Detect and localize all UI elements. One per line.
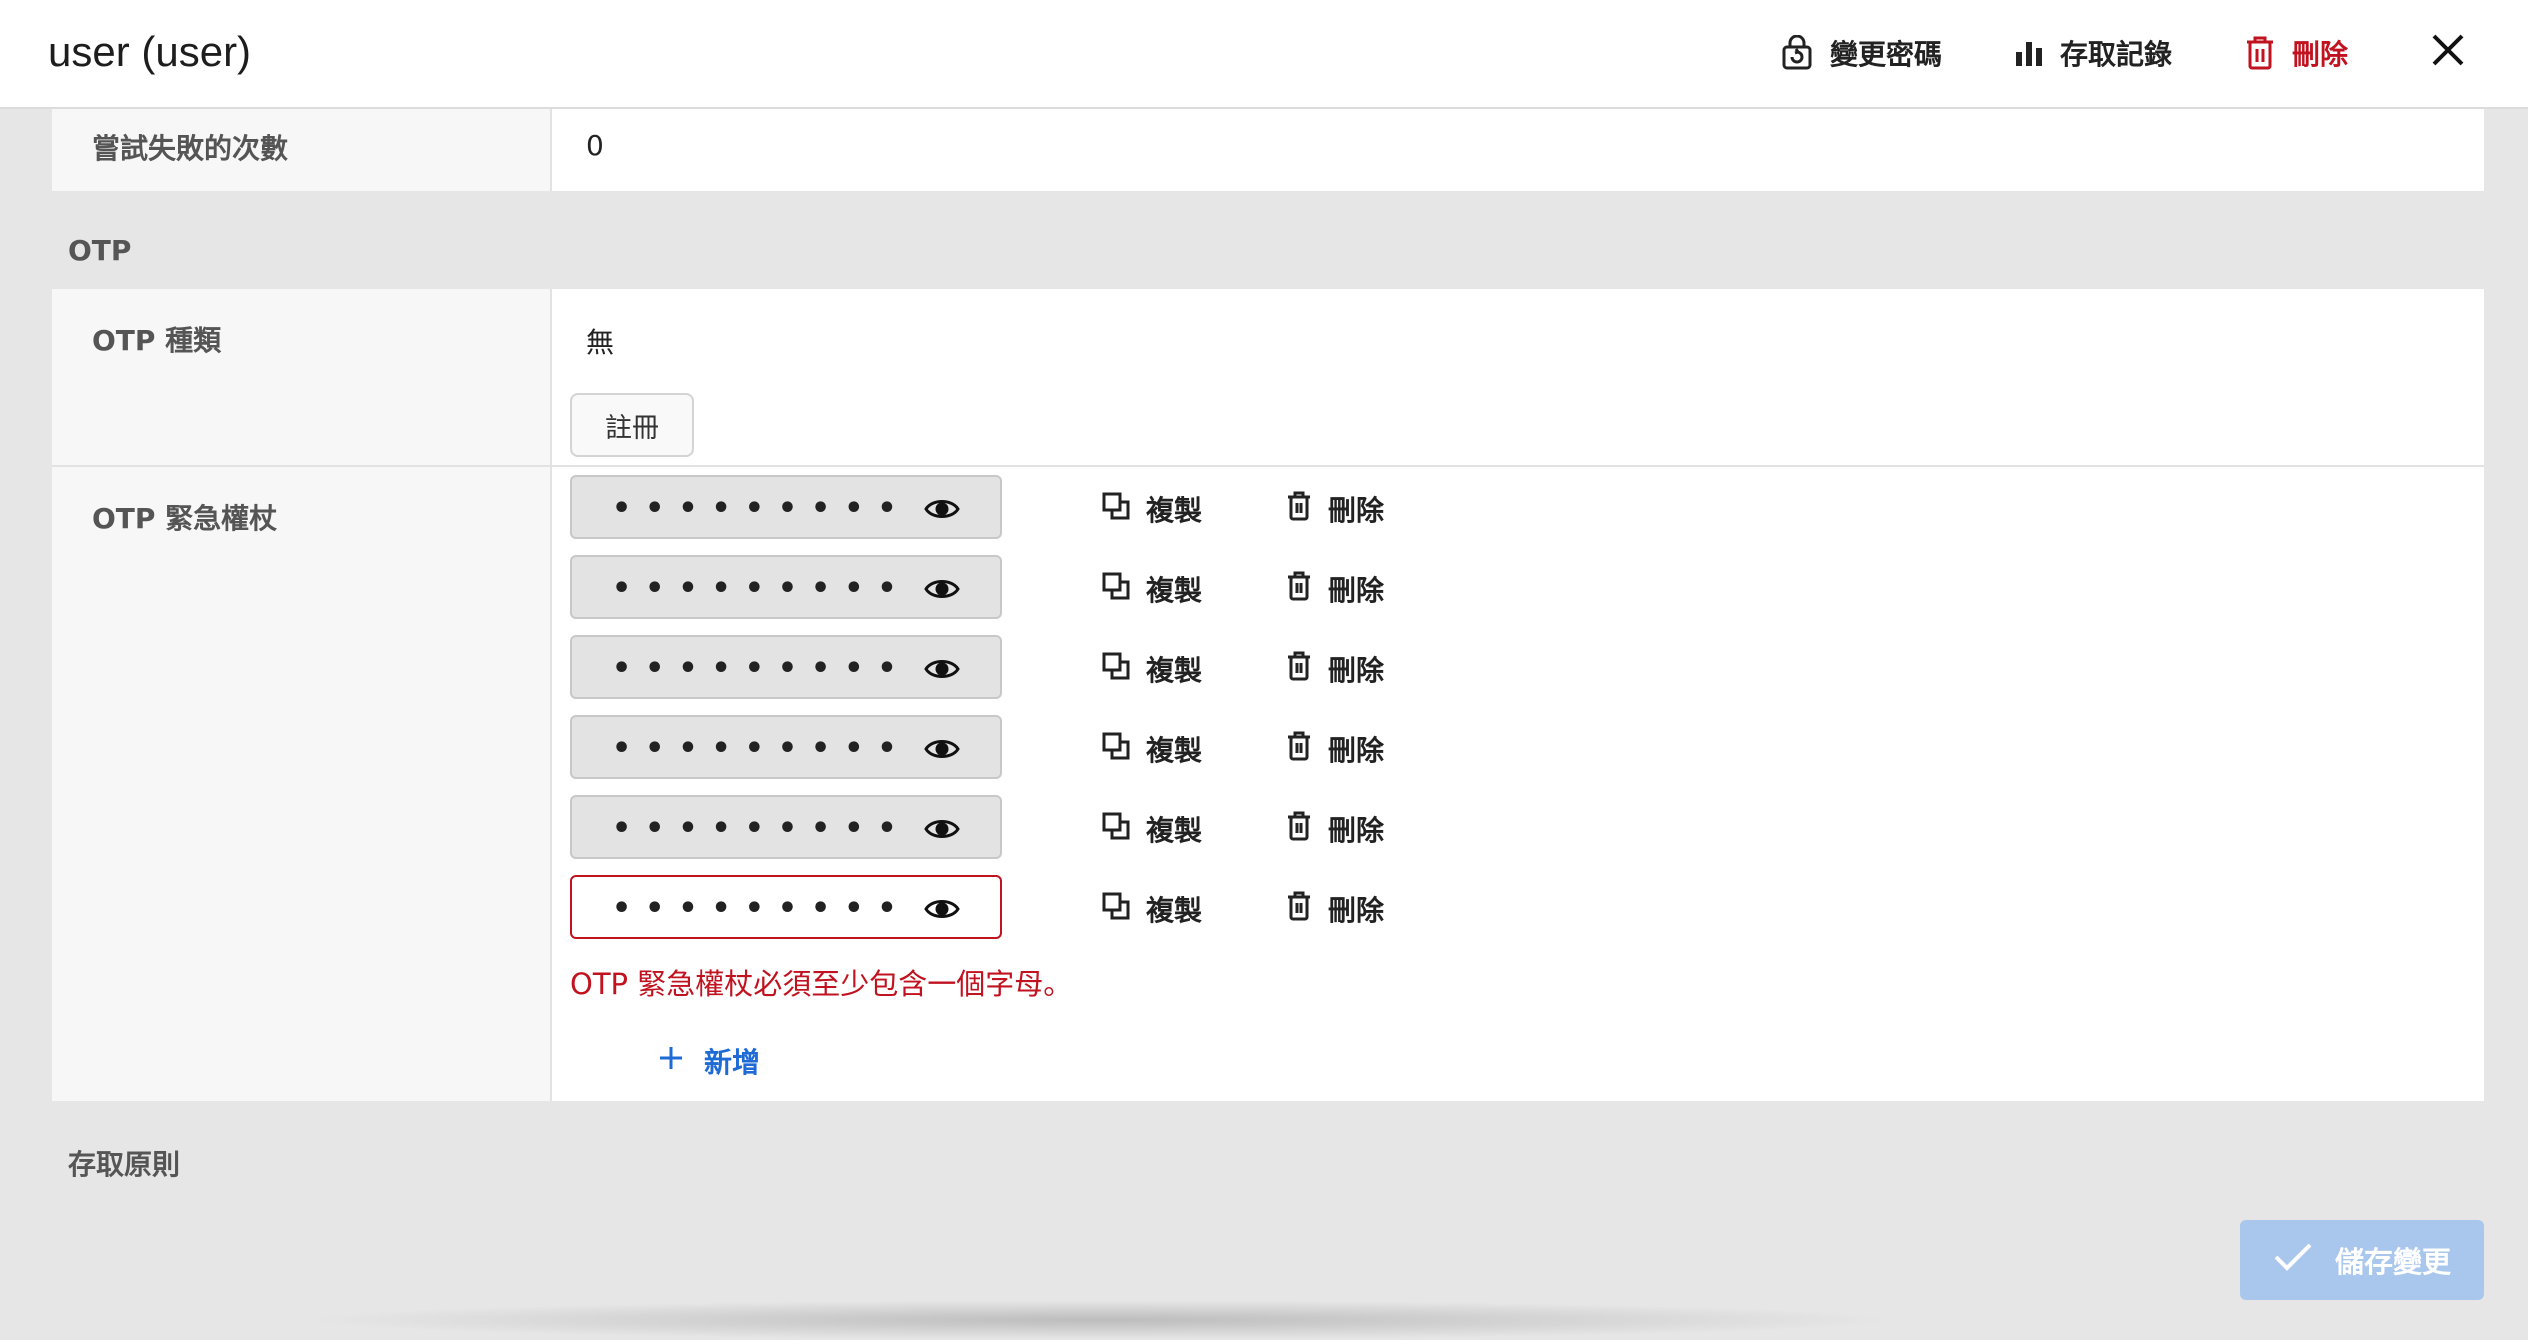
delete-token-button[interactable]: 刪除 [1286,649,1384,689]
delete-label: 刪除 [1328,574,1385,607]
delete-token-button[interactable]: 刪除 [1286,489,1384,529]
copy-token-button[interactable]: 複製 [1102,489,1202,529]
access-policy-title: 存取原則 [68,1148,181,1181]
register-otp-button[interactable]: 註冊 [570,393,694,457]
dialog-content: 嘗試失敗的次數 0 OTP OTP 種類 無 註冊 OTP 緊急權杖 •••••… [0,109,2528,1320]
otp-emergency-row: OTP 緊急權杖 ••••••••• 複製 刪除 ••••••••• 複製 刪除… [52,467,2484,1101]
copy-label: 複製 [1146,814,1203,847]
copy-icon [1102,812,1130,847]
token-input[interactable]: ••••••••• [570,715,1002,779]
eye-icon[interactable] [924,655,960,683]
token-masked-value: ••••••••• [612,731,911,766]
check-icon [2273,1241,2313,1280]
delete-token-button[interactable]: 刪除 [1286,729,1384,769]
trash-icon [1286,571,1312,608]
failed-attempts-label: 嘗試失敗的次數 [92,132,289,165]
token-row: ••••••••• 複製 刪除 [570,475,1470,539]
copy-token-button[interactable]: 複製 [1102,729,1202,769]
lock-icon [1780,35,1814,71]
trash-icon [1286,651,1312,688]
eye-icon[interactable] [924,495,960,523]
add-token-label: 新增 [704,1046,761,1079]
copy-icon [1102,892,1130,927]
token-error-message: OTP 緊急權杖必須至少包含一個字母。 [570,967,1073,1001]
token-masked-value: ••••••••• [612,571,911,606]
copy-icon [1102,572,1130,607]
token-row: ••••••••• 複製 刪除 [570,875,1470,939]
token-masked-value: ••••••••• [612,651,911,686]
delete-label: 刪除 [1328,494,1385,527]
trash-icon [1286,811,1312,848]
copy-icon [1102,492,1130,527]
token-masked-value: ••••••••• [612,491,911,526]
token-row: ••••••••• 複製 刪除 [570,635,1470,699]
copy-token-button[interactable]: 複製 [1102,889,1202,929]
failed-attempts-row: 嘗試失敗的次數 0 [52,109,2484,191]
copy-label: 複製 [1146,654,1203,687]
token-input[interactable]: ••••••••• [570,875,1002,939]
failed-attempts-value: 0 [586,129,604,162]
failed-attempts-label-cell: 嘗試失敗的次數 [52,109,552,191]
delete-label: 刪除 [1328,654,1385,687]
trash-icon [1286,731,1312,768]
otp-type-row: OTP 種類 無 註冊 [52,289,2484,465]
copy-icon [1102,652,1130,687]
delete-token-button[interactable]: 刪除 [1286,889,1384,929]
save-changes-label: 儲存變更 [2334,1245,2451,1279]
otp-type-label: OTP 種類 [92,324,222,357]
change-password-button[interactable]: 變更密碼 [1780,30,1942,76]
footer-shadow [300,1300,1900,1340]
eye-icon[interactable] [924,895,960,923]
trash-icon [1286,491,1312,528]
delete-token-button[interactable]: 刪除 [1286,569,1384,609]
copy-label: 複製 [1146,574,1203,607]
delete-user-button[interactable]: 刪除 [2244,30,2348,76]
access-log-label: 存取記錄 [2060,38,2173,71]
token-masked-value: ••••••••• [612,891,911,926]
otp-type-label-cell: OTP 種類 [52,289,552,465]
copy-token-button[interactable]: 複製 [1102,649,1202,689]
plus-icon [658,1045,684,1078]
save-changes-button[interactable]: 儲存變更 [2240,1220,2484,1300]
delete-label: 刪除 [1328,894,1385,927]
eye-icon[interactable] [924,815,960,843]
copy-label: 複製 [1146,494,1203,527]
delete-label: 刪除 [1328,814,1385,847]
copy-label: 複製 [1146,894,1203,927]
token-input[interactable]: ••••••••• [570,635,1002,699]
dialog-header: user (user) 變更密碼 存取記錄 刪除 [0,0,2528,109]
token-input[interactable]: ••••••••• [570,795,1002,859]
dialog-title: user (user) [48,28,252,75]
copy-icon [1102,732,1130,767]
copy-label: 複製 [1146,734,1203,767]
trash-icon [2244,35,2276,71]
delete-user-label: 刪除 [2292,38,2349,71]
token-input[interactable]: ••••••••• [570,475,1002,539]
token-masked-value: ••••••••• [612,811,911,846]
copy-token-button[interactable]: 複製 [1102,569,1202,609]
eye-icon[interactable] [924,575,960,603]
add-token-button[interactable]: 新增 [658,1041,760,1081]
otp-emergency-label-cell: OTP 緊急權杖 [52,467,552,1101]
delete-label: 刪除 [1328,734,1385,767]
otp-section-title: OTP [68,234,132,267]
eye-icon[interactable] [924,735,960,763]
close-icon[interactable] [2428,30,2468,70]
token-input[interactable]: ••••••••• [570,555,1002,619]
otp-type-value: 無 [586,326,615,359]
copy-token-button[interactable]: 複製 [1102,809,1202,849]
token-row: ••••••••• 複製 刪除 [570,795,1470,859]
trash-icon [1286,891,1312,928]
token-row: ••••••••• 複製 刪除 [570,715,1470,779]
bar-chart-icon [2014,38,2044,68]
access-log-button[interactable]: 存取記錄 [2014,30,2172,76]
token-row: ••••••••• 複製 刪除 [570,555,1470,619]
delete-token-button[interactable]: 刪除 [1286,809,1384,849]
otp-emergency-label: OTP 緊急權杖 [92,502,278,535]
change-password-label: 變更密碼 [1830,38,1943,71]
